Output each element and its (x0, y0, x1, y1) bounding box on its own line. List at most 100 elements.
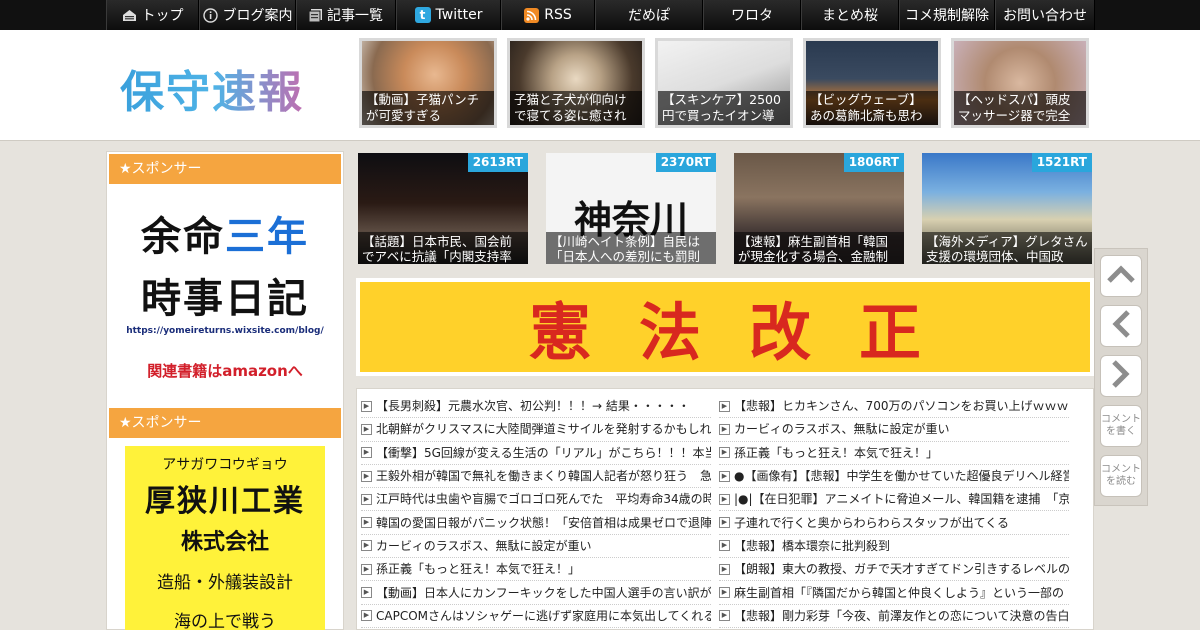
headline-row[interactable]: ▶ カービィのラスボス、無駄に設定が重い (719, 418, 1069, 442)
constitution-banner[interactable]: 憲法改正 (356, 278, 1094, 376)
nav-list: トップ ブログ案内 記事一覧 t Twitter RSS だめぽ ワロタ まとめ… (106, 0, 1095, 30)
nav-item-article-list[interactable]: 記事一覧 (296, 0, 396, 30)
nav-label: ブログ案内 (222, 8, 293, 24)
headline-row[interactable]: ▶ 韓国の愛国日報がパニック状態！「安倍首相は成果ゼロで退陣 (361, 511, 711, 535)
write-comment-button[interactable]: コメントを書く (1100, 405, 1142, 447)
headline-row[interactable]: ▶ 子連れで行くと奥からわらわらスタッフが出てくる (719, 511, 1069, 535)
nav-label: まとめ桜 (822, 8, 878, 24)
ad-amazon-link[interactable]: 関連書籍はamazonへ (109, 360, 341, 381)
play-arrow-icon: ▶ (361, 400, 372, 412)
read-comment-label: コメントを読む (1101, 464, 1141, 487)
headline-row[interactable]: ▶ 北朝鮮がクリスマスに大陸間弾道ミサイルを発射するかもしれない (361, 418, 711, 442)
play-arrow-icon: ▶ (361, 470, 372, 482)
nav-item-top[interactable]: トップ (106, 0, 199, 30)
home-icon (122, 9, 137, 22)
header-thumb-kitten-puppy[interactable]: 子猫と子犬が仰向けで寝てる姿に癒され (507, 38, 645, 128)
play-arrow-icon: ▶ (719, 493, 730, 505)
nav-label: お問い合わせ (1003, 8, 1087, 24)
ad-company-type: 株式会社 (180, 530, 269, 555)
headline-text: カービィのラスボス、無駄に設定が重い (376, 538, 592, 553)
play-arrow-icon: ▶ (719, 540, 730, 552)
chevron-left-icon (1111, 309, 1131, 343)
article-card[interactable]: 1806RT 【速報】麻生副首相「韓国が現金化する場合、金融制 (734, 153, 904, 264)
chevron-right-icon (1111, 359, 1131, 393)
article-caption: 【速報】麻生副首相「韓国が現金化する場合、金融制 (734, 232, 904, 264)
next-article-button[interactable] (1100, 355, 1142, 397)
article-caption: 【海外メディア】グレタさん支援の環境団体、中国政 (922, 232, 1092, 264)
list-icon (309, 8, 322, 22)
play-arrow-icon: ▶ (361, 563, 372, 575)
article-caption: 【話題】日本市民、国会前でアベに抗議「内閣支持率 (358, 232, 528, 264)
headline-row[interactable]: ▶ CAPCOMさんはソシャゲーに逃げず家庭用に本気出してくれる (361, 605, 711, 628)
headline-row[interactable]: ▶ 【悲報】橋本環奈に批判殺到 (719, 535, 1069, 559)
headline-row[interactable]: ▶ 【朗報】東大の教授、ガチで天才すぎてドン引きするレベルの (719, 558, 1069, 582)
headline-row[interactable]: ▶ 【衝撃】5G回線が変える生活の「リアル」がこちら！！！本当 (361, 442, 711, 465)
site-logo[interactable]: 保守速報 (120, 56, 330, 118)
headline-text: 子連れで行くと奥からわらわらスタッフが出てくる (734, 515, 1010, 530)
headline-row[interactable]: ▶ 麻生副首相「『隣国だから韓国と仲良くしよう』という一部の (719, 581, 1069, 605)
headline-row[interactable]: ▶ 【悲報】ヒカキンさん、700万のパソコンをお買い上げｗｗｗｗ (719, 395, 1069, 419)
nav-label: Twitter (435, 7, 483, 23)
headline-row[interactable]: ▶ 【悲報】剛力彩芽「今夜、前澤友作との恋について決意の告白 (719, 605, 1069, 628)
header-thumb-head-spa[interactable]: 【ヘッドスパ】頭皮マッサージ器で完全 (951, 38, 1089, 128)
headline-text: 【長男刺殺】元農水次官、初公判！！！→ 結果・・・・・ (376, 399, 690, 414)
read-comment-button[interactable]: コメントを読む (1100, 455, 1142, 497)
nav-item-twitter[interactable]: t Twitter (396, 0, 501, 30)
thumb-caption: 【ビッグウェーブ】あの葛飾北斎も思わ (806, 91, 938, 125)
sponsor-heading: ★スポンサー (109, 408, 341, 438)
play-arrow-icon: ▶ (361, 587, 372, 599)
headline-text: ●【画像有】【悲報】中学生を働かせていた超優良デリヘル経営者 (734, 469, 1069, 484)
play-arrow-icon: ▶ (361, 493, 372, 505)
nav-item-matome-sakura[interactable]: まとめ桜 (801, 0, 899, 30)
headline-row[interactable]: ▶ |●|【在日犯罪】アニメイトに脅迫メール、韓国籍を逮捕 「京 (719, 488, 1069, 512)
headline-text: 北朝鮮がクリスマスに大陸間弾道ミサイルを発射するかもしれない (376, 422, 711, 437)
scroll-top-button[interactable] (1100, 255, 1142, 297)
ad-kana: アサガワコウギョウ (162, 457, 288, 473)
info-icon (202, 7, 218, 23)
prev-article-button[interactable] (1100, 305, 1142, 347)
headline-text: |●|【在日犯罪】アニメイトに脅迫メール、韓国籍を逮捕 「京 (734, 492, 1069, 507)
thumb-caption: 子猫と子犬が仰向けで寝てる姿に癒され (510, 91, 642, 125)
article-card[interactable]: 2370RT 神奈川 【川崎ヘイト条例】自民は「日本人への差別にも罰則 (546, 153, 716, 264)
site-header: 保守速報 【動画】子猫パンチが可愛すぎる 子猫と子犬が仰向けで寝てる姿に癒され … (0, 30, 1200, 141)
nav-item-contact[interactable]: お問い合わせ (995, 0, 1095, 30)
play-arrow-icon: ▶ (361, 610, 372, 622)
headline-text: 孫正義「もっと狂え！本気で狂え！」 (734, 445, 939, 460)
thumb-caption: 【ヘッドスパ】頭皮マッサージ器で完全 (954, 91, 1086, 125)
play-arrow-icon: ▶ (719, 447, 730, 459)
play-arrow-icon: ▶ (719, 423, 730, 435)
nav-label: コメ規制解除 (905, 8, 989, 24)
play-arrow-icon: ▶ (361, 447, 372, 459)
play-arrow-icon: ▶ (361, 540, 372, 552)
headline-text: 【悲報】ヒカキンさん、700万のパソコンをお買い上げｗｗｗｗ (734, 399, 1069, 414)
ad-title-line2: 時事日記 (141, 276, 309, 322)
headline-row[interactable]: ▶ 孫正義「もっと狂え！本気で狂え！」 (361, 558, 711, 582)
header-thumb-kitten-punch[interactable]: 【動画】子猫パンチが可愛すぎる (359, 38, 497, 128)
play-arrow-icon: ▶ (719, 587, 730, 599)
nav-item-damepo[interactable]: だめぽ (595, 0, 703, 30)
play-arrow-icon: ▶ (719, 610, 730, 622)
headline-row[interactable]: ▶ 【動画】日本人にカンフーキックをした中国人選手の言い訳が (361, 581, 711, 605)
headline-text: 【朗報】東大の教授、ガチで天才すぎてドン引きするレベルの (734, 562, 1069, 577)
headline-row[interactable]: ▶ 孫正義「もっと狂え！本気で狂え！」 (719, 442, 1069, 465)
headline-text: 【衝撃】5G回線が変える生活の「リアル」がこちら！！！本当 (376, 445, 711, 460)
headline-row[interactable]: ▶ 【長男刺殺】元農水次官、初公判！！！→ 結果・・・・・ (361, 395, 711, 419)
sponsor-ad-asagawa[interactable]: アサガワコウギョウ 厚狭川工業 株式会社 造船・外艤装設計 海の上で戦う (125, 446, 325, 630)
header-thumb-skincare[interactable]: 【スキンケア】2500円で買ったイオン導 (655, 38, 793, 128)
headline-row[interactable]: ▶ ●【画像有】【悲報】中学生を働かせていた超優良デリヘル経営者 (719, 465, 1069, 489)
nav-item-warota[interactable]: ワロタ (703, 0, 801, 30)
thumb-caption: 【動画】子猫パンチが可愛すぎる (362, 91, 494, 125)
article-card[interactable]: 2613RT 【話題】日本市民、国会前でアベに抗議「内閣支持率 (358, 153, 528, 264)
headline-text: 韓国の愛国日報がパニック状態！「安倍首相は成果ゼロで退陣 (376, 515, 711, 530)
header-thumb-big-wave[interactable]: 【ビッグウェーブ】あの葛飾北斎も思わ (803, 38, 941, 128)
sponsor-ad-yomei[interactable]: 余命三年 時事日記 https://yomeireturns.wixsite.c… (109, 186, 341, 416)
nav-item-comment-unblock[interactable]: コメ規制解除 (899, 0, 995, 30)
headline-row[interactable]: ▶ 王毅外相が韓国で無礼を働きまくり韓国人記者が怒り狂う 急 (361, 465, 711, 489)
retweet-count: 1521RT (1031, 153, 1092, 172)
ad-text-blue: 三年 (225, 214, 309, 260)
nav-item-blog-guide[interactable]: ブログ案内 (199, 0, 296, 30)
article-card[interactable]: 1521RT 【海外メディア】グレタさん支援の環境団体、中国政 (922, 153, 1092, 264)
nav-item-rss[interactable]: RSS (501, 0, 595, 30)
headline-row[interactable]: ▶ カービィのラスボス、無駄に設定が重い (361, 535, 711, 559)
headline-row[interactable]: ▶ 江戸時代は虫歯や盲腸でゴロゴロ死んでた 平均寿命34歳の時代 (361, 488, 711, 512)
